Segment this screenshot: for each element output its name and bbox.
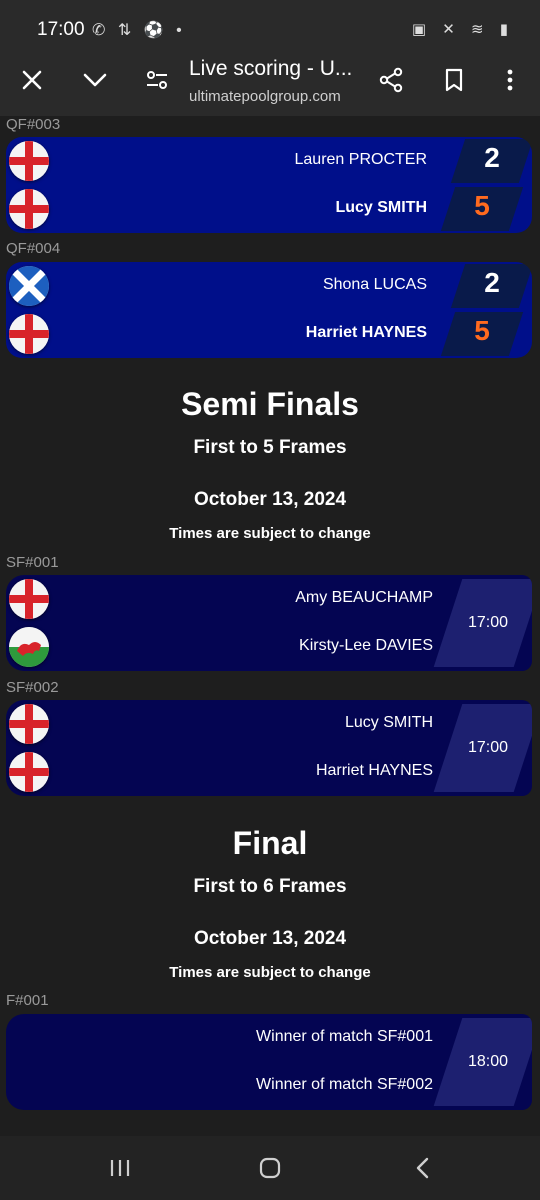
system-nav-bar [0,1136,540,1200]
share-icon[interactable] [371,60,411,100]
england-flag-icon [9,314,49,354]
match-card-qf004[interactable]: Shona LUCAS 2 Harriet HAYNES 5 [6,262,532,358]
player-score: 2 [484,142,500,173]
player-name: Winner of match SF#002 [256,1076,433,1093]
page-title[interactable]: Live scoring - U... [189,57,352,81]
round-title: Semi Finals [181,386,359,422]
match-id: SF#002 [6,679,59,696]
player-name: Winner of match SF#001 [256,1028,433,1045]
match-id: SF#001 [6,554,59,571]
player-row: Shona LUCAS 2 [6,262,532,310]
page-content: QF#003 Lauren PROCTER 2 Lucy SMITH 5 QF#… [0,116,540,1136]
england-flag-icon [9,141,49,181]
england-flag-icon [9,579,49,619]
page-url[interactable]: ultimatepoolgroup.com [189,88,341,105]
match-card-qf003[interactable]: Lauren PROCTER 2 Lucy SMITH 5 [6,137,532,233]
match-id: QF#004 [6,240,61,257]
match-time: 17:00 [467,614,509,631]
player-score: 5 [474,190,490,221]
status-bar: 17:00 ✆ ⇅ ⚽ • ▣ ✕ ≋ ▮ [0,0,540,48]
recent-apps-icon[interactable] [100,1150,140,1186]
player-score: 2 [484,267,500,298]
player-name: Amy BEAUCHAMP [295,589,433,606]
score-box: 2 [450,264,532,308]
match-time-box: 17:00 [433,579,532,667]
wales-flag-icon [9,627,49,667]
player-name: Harriet HAYNES [315,762,433,779]
home-icon[interactable] [250,1150,290,1186]
player-name: Lucy SMITH [344,714,433,731]
status-time: 17:00 [37,19,85,40]
england-flag-icon [9,704,49,744]
match-time-box: 17:00 [433,704,532,792]
round-subtitle: First to 5 Frames [193,437,347,458]
match-time: 18:00 [467,1053,509,1070]
player-row: Lauren PROCTER 2 [6,137,532,185]
score-box: 5 [440,187,524,231]
player-name: Lauren PROCTER [294,151,428,168]
match-id: F#001 [6,992,49,1009]
player-name: Kirsty-Lee DAVIES [299,637,433,654]
chevron-down-icon[interactable] [75,60,115,100]
back-icon[interactable] [402,1150,442,1186]
match-card-sf002[interactable]: Lucy SMITH Harriet HAYNES 17:00 [6,700,532,796]
score-box: 5 [440,312,524,356]
round-note: Times are subject to change [169,964,371,981]
player-score: 5 [474,315,490,346]
match-card-f001[interactable]: Winner of match SF#001 Winner of match S… [6,1014,532,1110]
match-time-box: 18:00 [433,1018,532,1106]
more-options-icon[interactable] [490,60,530,100]
match-time: 17:00 [467,739,509,756]
system-status-icons: ▣ ✕ ≋ ▮ [411,21,514,38]
close-icon[interactable] [12,60,52,100]
round-date: October 13, 2024 [193,928,347,949]
notification-icons: ✆ ⇅ ⚽ • [92,22,186,39]
round-subtitle: First to 6 Frames [193,876,347,897]
score-box: 2 [450,139,532,183]
player-name: Lucy SMITH [335,199,427,216]
round-title: Final [232,825,308,861]
round-note: Times are subject to change [169,525,371,542]
player-name: Shona LUCAS [322,276,427,293]
browser-toolbar: Live scoring - U... ultimatepoolgroup.co… [0,48,540,116]
site-settings-icon[interactable] [137,60,177,100]
scotland-flag-icon [9,266,49,306]
player-name: Harriet HAYNES [305,324,427,341]
england-flag-icon [9,752,49,792]
match-id: QF#003 [6,116,61,133]
round-date: October 13, 2024 [193,489,347,510]
england-flag-icon [9,189,49,229]
bookmark-icon[interactable] [434,60,474,100]
match-card-sf001[interactable]: Amy BEAUCHAMP Kirsty-Lee DAVIES 17:00 [6,575,532,671]
